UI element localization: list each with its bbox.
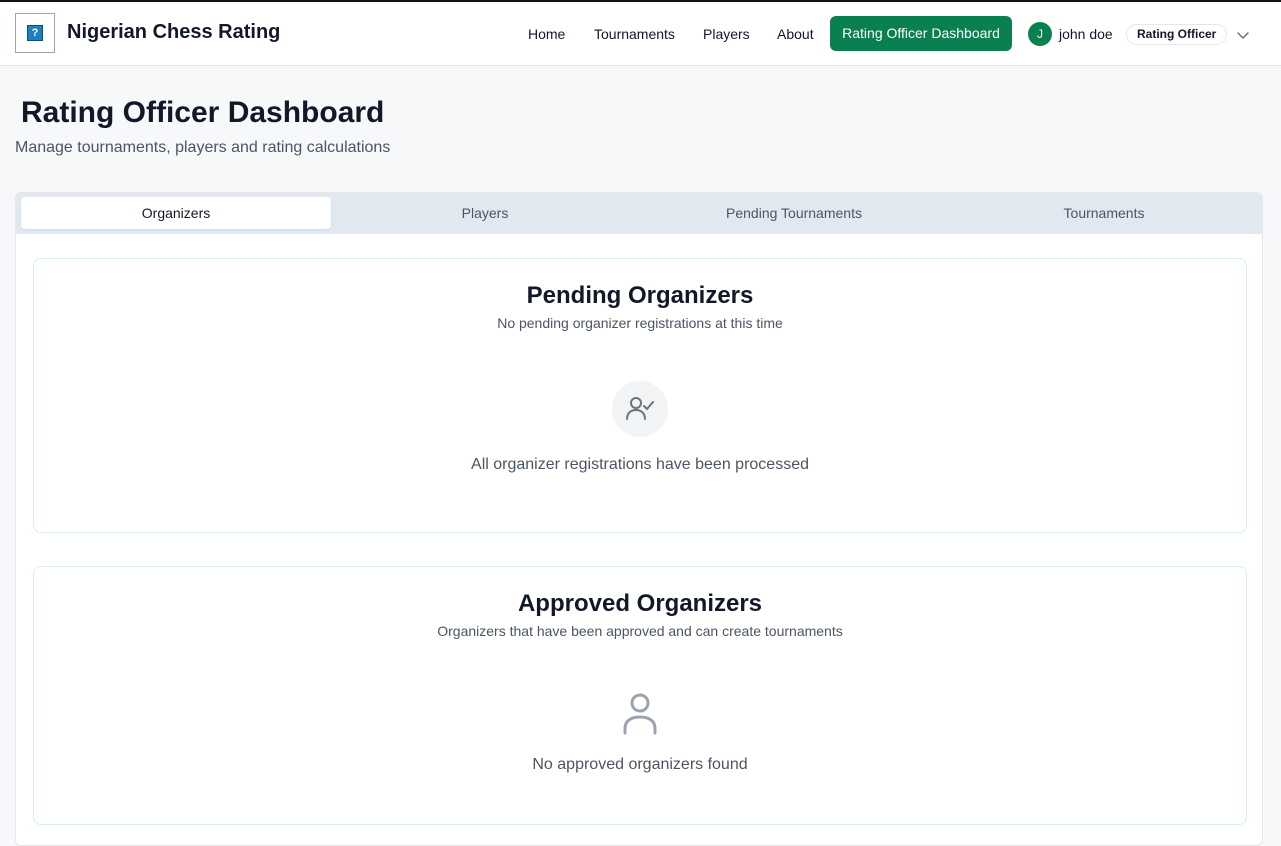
user-check-icon — [626, 397, 654, 420]
user-icon — [623, 693, 657, 735]
nav-players[interactable]: Players — [703, 16, 750, 52]
approved-empty-message: No approved organizers found — [532, 756, 748, 773]
role-badge: Rating Officer — [1126, 24, 1228, 45]
tab-pending-tournaments[interactable]: Pending Tournaments — [639, 197, 949, 229]
chevron-down-icon[interactable] — [1236, 28, 1250, 42]
approved-organizers-description: Organizers that have been approved and c… — [437, 623, 843, 639]
tab-organizers[interactable]: Organizers — [21, 197, 331, 229]
page-title: Rating Officer Dashboard — [21, 96, 385, 129]
tab-players[interactable]: Players — [330, 197, 640, 229]
pending-organizers-title: Pending Organizers — [526, 282, 754, 309]
tab-bar: Organizers Players Pending Tournaments T… — [16, 193, 1262, 234]
dashboard-tabs: Organizers Players Pending Tournaments T… — [15, 192, 1263, 846]
pending-empty-message: All organizer registrations have been pr… — [471, 456, 809, 473]
empty-state-icon-wrap — [612, 381, 668, 437]
avatar[interactable]: J — [1028, 22, 1052, 46]
pending-organizers-description: No pending organizer registrations at th… — [497, 315, 783, 331]
approved-organizers-title: Approved Organizers — [517, 590, 763, 617]
user-name[interactable]: john doe — [1059, 26, 1113, 42]
pending-organizers-card: Pending Organizers No pending organizer … — [33, 258, 1247, 533]
nav-about[interactable]: About — [777, 16, 814, 52]
nav-home[interactable]: Home — [528, 16, 565, 52]
page-subtitle: Manage tournaments, players and rating c… — [15, 139, 391, 156]
tab-tournaments[interactable]: Tournaments — [949, 197, 1259, 229]
nav-tournaments[interactable]: Tournaments — [594, 16, 675, 52]
approved-organizers-card: Approved Organizers Organizers that have… — [33, 566, 1247, 825]
nav-rating-officer-dashboard[interactable]: Rating Officer Dashboard — [830, 16, 1012, 51]
top-navbar: ? Nigerian Chess Rating Home Tournaments… — [0, 2, 1281, 66]
